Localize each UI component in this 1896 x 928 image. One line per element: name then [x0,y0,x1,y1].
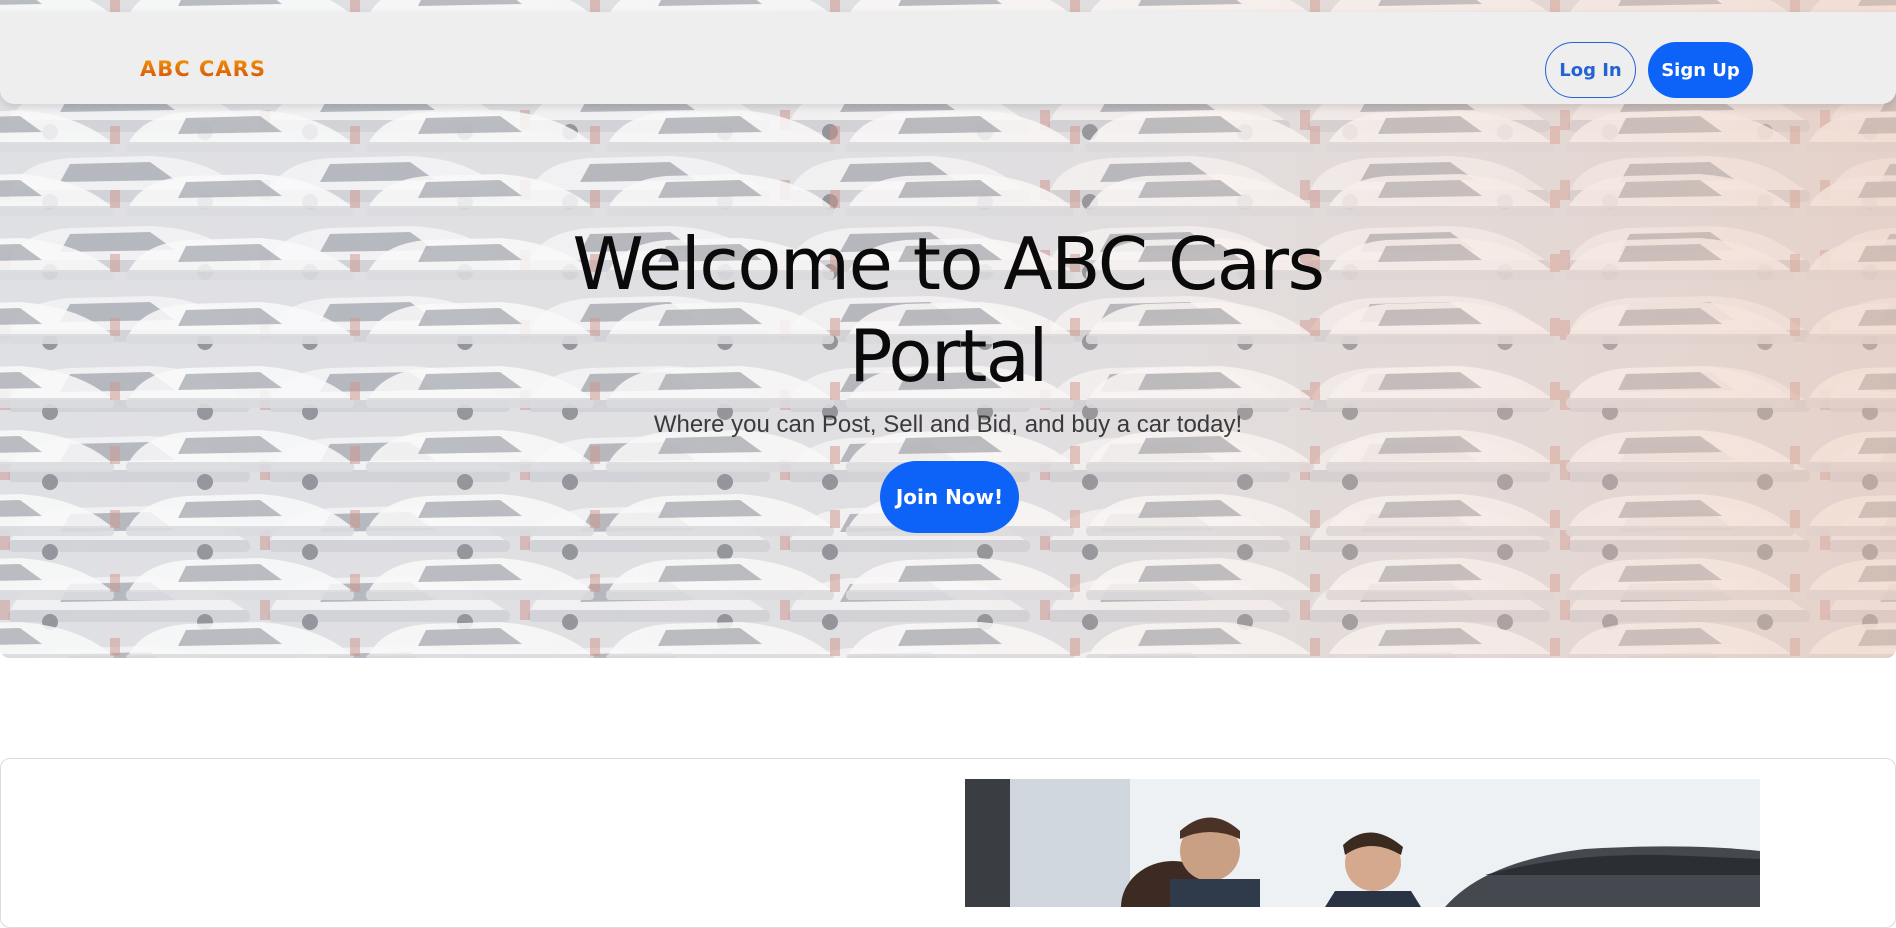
salesman-couple-image [965,779,1760,907]
hero-title: Welcome to ABC Cars Portal [572,222,1325,398]
top-navbar: ABC CARS Log In Sign Up [0,12,1896,104]
login-button[interactable]: Log In [1545,42,1636,98]
brand-logo[interactable]: ABC CARS [140,56,266,82]
hero-subtitle: Where you can Post, Sell and Bid, and bu… [653,411,1243,438]
join-now-button[interactable]: Join Now! [880,461,1019,533]
signup-button[interactable]: Sign Up [1648,42,1753,98]
